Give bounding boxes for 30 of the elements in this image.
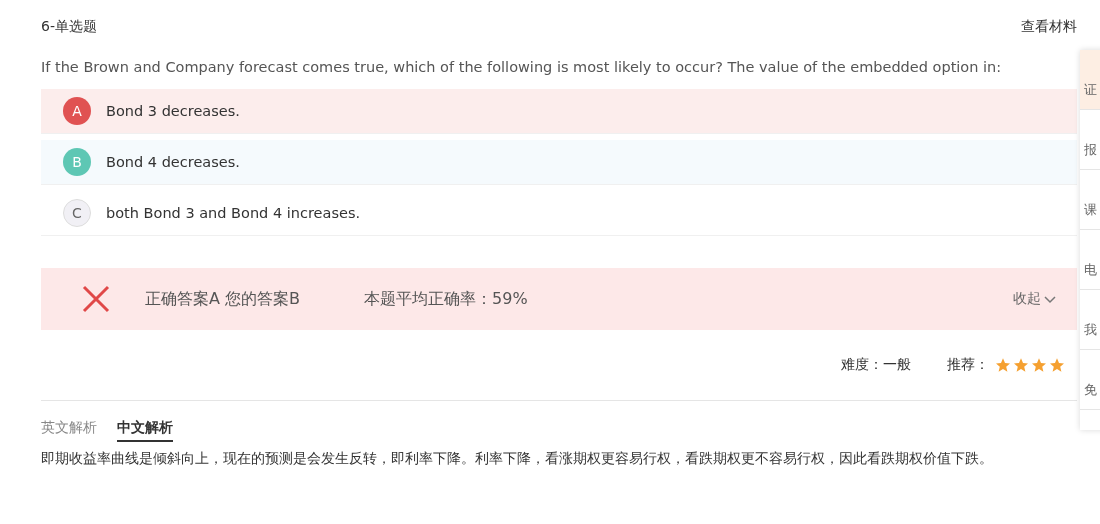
option-text: Bond 3 decreases. xyxy=(106,103,240,119)
view-material-link[interactable]: 查看材料 xyxy=(1021,17,1077,36)
average-accuracy: 本题平均正确率：59% xyxy=(364,288,528,310)
explanation-tab[interactable]: 英文解析 xyxy=(41,419,97,442)
recommend-label: 推荐： xyxy=(947,356,989,374)
question-type: 6-单选题 xyxy=(41,17,97,36)
collapse-button[interactable]: 收起 xyxy=(1013,290,1057,308)
difficulty-text: 难度：一般 xyxy=(841,356,911,374)
explanation-tab[interactable]: 中文解析 xyxy=(117,419,173,442)
side-menu-item[interactable]: 课 xyxy=(1080,170,1100,230)
option-letter: C xyxy=(63,199,91,227)
side-menu-item[interactable]: 报 xyxy=(1080,110,1100,170)
option-letter: B xyxy=(63,148,91,176)
star-icon xyxy=(995,357,1011,373)
star-icon xyxy=(1031,357,1047,373)
explanation-text: 即期收益率曲线是倾斜向上，现在的预测是会发生反转，即利率下降。利率下降，看涨期权更容易行权，看跌期权更不容易行权，因此看跌期权价值下跌。 xyxy=(41,450,994,468)
close-icon xyxy=(81,284,111,314)
option-text: Bond 4 decreases. xyxy=(106,154,240,170)
option-letter: A xyxy=(63,97,91,125)
question-text: If the Brown and Company forecast comes true, which of the following is most likely to occur? The value of the embedded option in: xyxy=(41,58,1003,77)
answer-summary: 正确答案A 您的答案B xyxy=(145,288,300,310)
side-menu-item[interactable]: 免 xyxy=(1080,350,1100,410)
answer-option[interactable]: A Bond 3 decreases. xyxy=(41,89,1077,134)
side-menu-item[interactable]: 我 xyxy=(1080,290,1100,350)
side-menu-item[interactable]: 电 xyxy=(1080,230,1100,290)
side-menu-item[interactable]: 证 xyxy=(1080,50,1100,110)
option-text: both Bond 3 and Bond 4 increases. xyxy=(106,205,361,221)
star-icon xyxy=(1013,357,1029,373)
star-icon xyxy=(1049,357,1065,373)
answer-option[interactable]: B Bond 4 decreases. xyxy=(41,140,1077,185)
